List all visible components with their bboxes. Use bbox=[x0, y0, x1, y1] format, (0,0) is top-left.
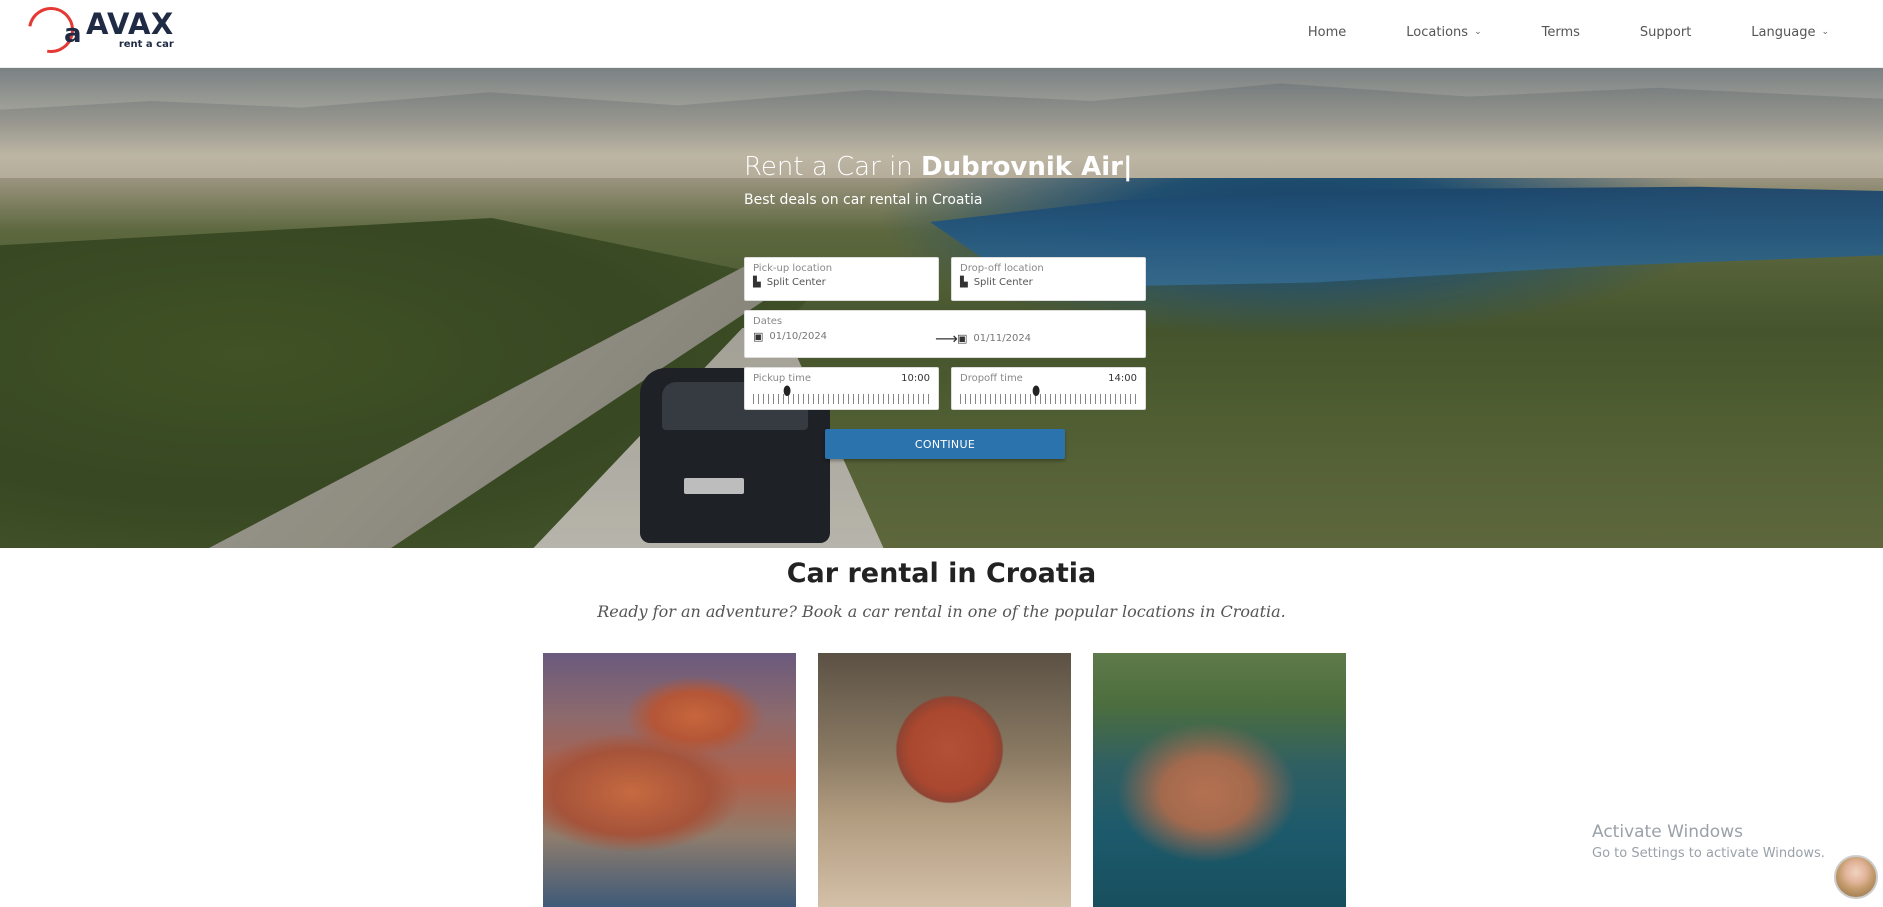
chat-support-avatar[interactable] bbox=[1834, 855, 1878, 899]
site-header: a AVAX rent a car Home Locations ⌄ Terms… bbox=[0, 0, 1883, 68]
arrow-right-icon: ⟶ bbox=[935, 329, 958, 348]
dates-label: Dates bbox=[753, 316, 783, 327]
pickup-location-value-wrap: ▙ Split Center bbox=[753, 277, 930, 288]
location-cards bbox=[543, 653, 1347, 907]
pickup-location-field[interactable]: Pick-up location ▙ Split Center bbox=[744, 257, 939, 301]
end-date-wrap[interactable]: ▣ 01/11/2024 bbox=[957, 332, 1031, 345]
pickup-time-value: 10:00 bbox=[901, 373, 930, 384]
hero-subtitle: Best deals on car rental in Croatia bbox=[744, 192, 983, 208]
brand-logo[interactable]: a AVAX rent a car bbox=[18, 0, 174, 63]
calendar-icon: ▣ bbox=[957, 332, 968, 345]
hero-text: Rent a Car in Dubrovnik Air| Best deals … bbox=[744, 152, 1148, 208]
calendar-icon: ▣ bbox=[753, 330, 764, 343]
slider-handle-icon[interactable]: ⬮ bbox=[783, 384, 791, 399]
nav-locations[interactable]: Locations ⌄ bbox=[1406, 25, 1481, 40]
building-icon: ▙ bbox=[753, 277, 761, 288]
nav-home-label: Home bbox=[1307, 24, 1347, 40]
location-card-korcula-image[interactable] bbox=[1093, 653, 1346, 907]
hero-banner: Rent a Car in Dubrovnik Air| Best deals … bbox=[0, 68, 1883, 548]
dropoff-time-ticks bbox=[960, 394, 1137, 404]
dropoff-time-slider[interactable]: Dropoff time 14:00 ⬮ bbox=[951, 367, 1146, 410]
pickup-time-slider[interactable]: Pickup time 10:00 ⬮ bbox=[744, 367, 939, 410]
nav-language-label: Language bbox=[1751, 24, 1816, 40]
dropoff-location-value-wrap: ▙ Split Center bbox=[960, 277, 1137, 288]
time-row: Pickup time 10:00 ⬮ Dropoff time 14:00 ⬮ bbox=[744, 367, 1146, 410]
brand-tagline: rent a car bbox=[118, 39, 174, 50]
hero-title-highlight: Dubrovnik Air| bbox=[921, 152, 1133, 182]
building-icon: ▙ bbox=[960, 277, 968, 288]
nav-locations-label: Locations bbox=[1406, 24, 1469, 40]
continue-button[interactable]: CONTINUE bbox=[825, 429, 1065, 459]
chevron-down-icon: ⌄ bbox=[1821, 27, 1829, 37]
brand-name: AVAX bbox=[86, 7, 174, 41]
dropoff-location-field[interactable]: Drop-off location ▙ Split Center bbox=[951, 257, 1146, 301]
windows-activation-watermark: Activate Windows Go to Settings to activ… bbox=[1592, 822, 1825, 861]
section-subtitle: Ready for an adventure? Book a car renta… bbox=[597, 602, 1286, 621]
location-card-dubrovnik-image[interactable] bbox=[543, 653, 796, 907]
dates-field[interactable]: Dates ▣ 01/10/2024 ⟶ ▣ 01/11/2024 bbox=[744, 310, 1146, 358]
pickup-location-label: Pick-up location bbox=[753, 263, 833, 274]
pickup-time-ticks bbox=[753, 394, 930, 404]
nav-support[interactable]: Support bbox=[1640, 25, 1691, 40]
pickup-location-value: Split Center bbox=[766, 277, 826, 288]
dropoff-location-label: Drop-off location bbox=[960, 263, 1044, 274]
start-date-value: 01/10/2024 bbox=[769, 331, 828, 342]
main-nav: Home Locations ⌄ Terms Support Language … bbox=[1248, 0, 1829, 64]
nav-language[interactable]: Language ⌄ bbox=[1751, 25, 1829, 40]
end-date-value: 01/11/2024 bbox=[973, 333, 1032, 344]
nav-support-label: Support bbox=[1639, 24, 1692, 40]
dropoff-time-value: 14:00 bbox=[1108, 373, 1137, 384]
location-row: Pick-up location ▙ Split Center Drop-off… bbox=[744, 257, 1146, 301]
hero-title: Rent a Car in Dubrovnik Air| bbox=[744, 152, 1148, 182]
section-title: Car rental in Croatia bbox=[786, 558, 1097, 589]
slider-handle-icon[interactable]: ⬮ bbox=[1032, 384, 1040, 399]
chevron-down-icon: ⌄ bbox=[1474, 27, 1482, 37]
dropoff-location-value: Split Center bbox=[973, 277, 1033, 288]
booking-form: Pick-up location ▙ Split Center Drop-off… bbox=[744, 257, 1146, 459]
location-card-zadar-image[interactable] bbox=[818, 653, 1071, 907]
nav-home[interactable]: Home bbox=[1308, 25, 1346, 40]
watermark-line1: Activate Windows bbox=[1592, 822, 1743, 842]
nav-terms-label: Terms bbox=[1541, 24, 1580, 40]
logo-text: AVAX rent a car bbox=[86, 10, 174, 50]
logo-letter: a bbox=[64, 19, 82, 49]
watermark-line2: Go to Settings to activate Windows. bbox=[1592, 846, 1825, 861]
nav-terms[interactable]: Terms bbox=[1542, 25, 1580, 40]
hero-title-prefix: Rent a Car in bbox=[744, 152, 922, 182]
